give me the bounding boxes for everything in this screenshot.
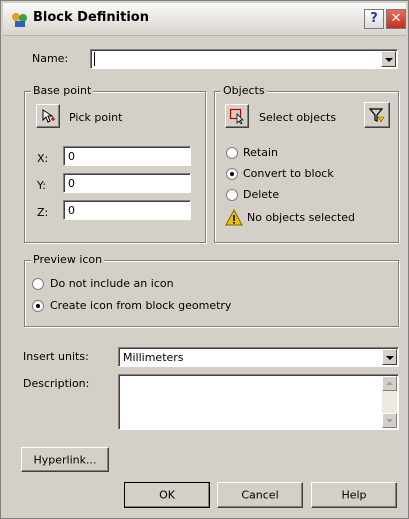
select-objects-label: Select objects — [259, 111, 337, 124]
name-label: Name: — [32, 52, 69, 65]
help-button-label: Help — [341, 488, 367, 502]
x-value: 0 — [68, 150, 75, 163]
z-label: Z: — [37, 206, 49, 219]
title-bar[interactable]: Block Definition ? ✕ — [3, 3, 406, 36]
z-field[interactable]: 0 — [63, 200, 191, 220]
select-objects-button[interactable] — [225, 104, 249, 128]
delete-radio[interactable] — [226, 189, 238, 201]
help-button[interactable]: Help — [311, 482, 397, 508]
base-point-group-title: Base point — [31, 84, 94, 97]
hyperlink-button[interactable]: Hyperlink... — [21, 447, 109, 472]
insert-units-dropdown[interactable]: Millimeters — [118, 347, 399, 367]
block-definition-dialog: Block Definition ? ✕ Name: Base point Pi… — [0, 0, 409, 519]
select-objects-icon — [229, 108, 244, 124]
retain-label: Retain — [243, 146, 278, 159]
block-definition-icon — [12, 13, 27, 27]
pick-point-button[interactable] — [36, 104, 60, 128]
y-label: Y: — [37, 179, 46, 192]
insert-units-dropdown-arrow[interactable] — [382, 349, 397, 365]
scroll-up-arrow-icon — [386, 381, 393, 385]
pick-point-icon — [42, 109, 55, 123]
convert-to-block-radio[interactable] — [226, 168, 238, 180]
y-value: 0 — [68, 177, 75, 190]
retain-radio[interactable] — [226, 147, 238, 159]
ok-button[interactable]: OK — [124, 482, 210, 508]
description-scrollbar[interactable] — [382, 376, 397, 428]
preview-icon-group: Preview icon — [24, 253, 399, 327]
warning-icon — [225, 209, 243, 226]
text-caret — [94, 52, 95, 66]
quick-select-icon — [369, 108, 385, 123]
insert-units-label: Insert units: — [23, 350, 89, 363]
no-icon-radio[interactable] — [32, 278, 44, 290]
x-field[interactable]: 0 — [63, 146, 191, 166]
z-value: 0 — [68, 204, 75, 217]
create-icon-label: Create icon from block geometry — [50, 299, 232, 312]
description-label: Description: — [23, 377, 90, 390]
quick-select-button[interactable] — [364, 102, 390, 128]
x-label: X: — [37, 152, 49, 165]
hyperlink-button-label: Hyperlink... — [33, 453, 97, 466]
preview-icon-group-title: Preview icon — [31, 253, 105, 266]
title-help-button[interactable]: ? — [364, 9, 384, 29]
delete-label: Delete — [243, 188, 280, 201]
insert-units-value: Millimeters — [123, 351, 184, 364]
cancel-button-label: Cancel — [241, 488, 279, 502]
description-textarea[interactable] — [118, 374, 399, 430]
name-combobox[interactable] — [90, 49, 398, 69]
window-title: Block Definition — [33, 10, 149, 25]
objects-group-title: Objects — [221, 84, 267, 97]
name-dropdown-arrow[interactable] — [381, 51, 396, 67]
title-close-button[interactable]: ✕ — [386, 9, 406, 29]
create-icon-radio[interactable] — [32, 300, 44, 312]
scroll-down-button[interactable] — [382, 413, 397, 428]
no-objects-selected-text: No objects selected — [247, 211, 356, 224]
scroll-down-arrow-icon — [386, 419, 393, 423]
cancel-button[interactable]: Cancel — [217, 482, 303, 508]
scroll-up-button[interactable] — [382, 376, 397, 391]
no-icon-label: Do not include an icon — [50, 277, 174, 290]
ok-button-label: OK — [159, 488, 175, 502]
pick-point-label: Pick point — [69, 111, 123, 124]
y-field[interactable]: 0 — [63, 173, 191, 193]
convert-to-block-label: Convert to block — [243, 167, 334, 180]
